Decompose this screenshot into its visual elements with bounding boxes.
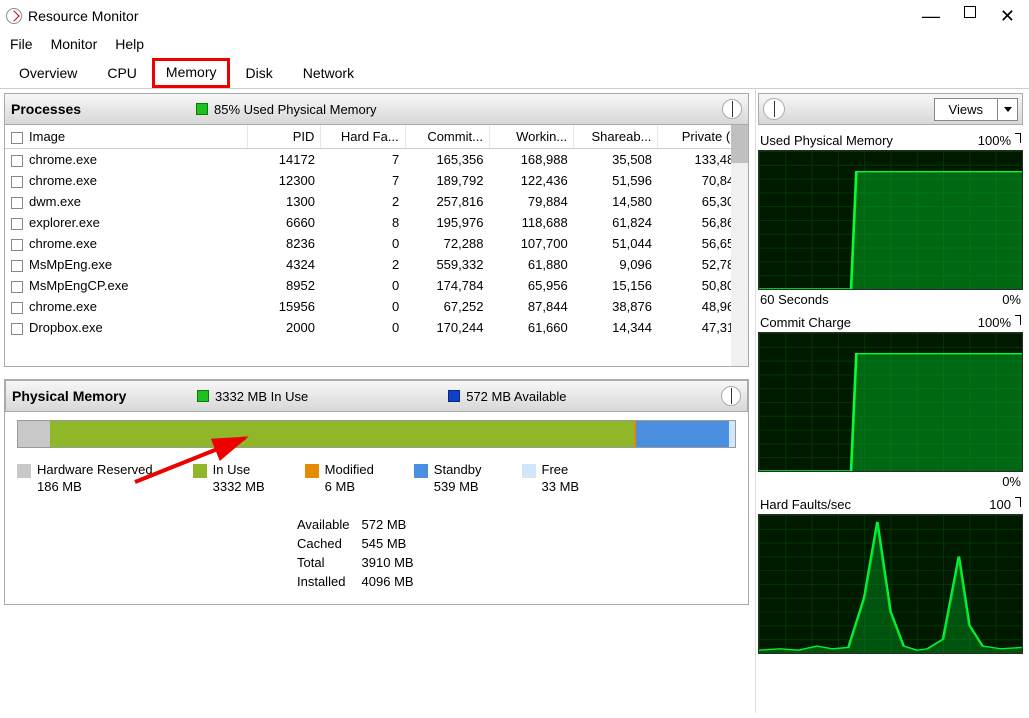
available-swatch — [448, 390, 460, 402]
table-row[interactable]: chrome.exe8236072,288107,70051,04456,656 — [5, 233, 748, 254]
menu-help[interactable]: Help — [115, 36, 144, 52]
col-hardfaults[interactable]: Hard Fa... — [321, 125, 405, 149]
table-row[interactable]: MsMpEngCP.exe89520174,78465,95615,15650,… — [5, 275, 748, 296]
chart-commit-min: 0% — [1002, 474, 1021, 489]
chart-commit-max: 100% — [978, 315, 1011, 330]
bar-standby — [636, 421, 729, 447]
bar-free — [729, 421, 735, 447]
chart-commit-charge: Commit Charge 100% 0% — [758, 315, 1023, 489]
menu-monitor[interactable]: Monitor — [51, 36, 98, 52]
table-row[interactable]: chrome.exe123007189,792122,43651,59670,8… — [5, 170, 748, 191]
chart-used-title: Used Physical Memory — [760, 133, 893, 148]
menu-file[interactable]: File — [10, 36, 33, 52]
table-row[interactable]: dwm.exe13002257,81679,88414,58065,304 — [5, 191, 748, 212]
table-row[interactable]: explorer.exe66608195,976118,68861,82456,… — [5, 212, 748, 233]
processes-title: Processes — [11, 101, 196, 117]
tabbar: Overview CPU Memory Disk Network — [0, 58, 1029, 89]
chart-used-xlabel: 60 Seconds — [760, 292, 829, 307]
chart-used-min: 0% — [1002, 292, 1021, 307]
close-button[interactable]: ✕ — [1000, 6, 1015, 27]
collapse-physmem-button[interactable] — [721, 386, 741, 406]
memory-bar — [17, 420, 736, 448]
expand-charts-button[interactable] — [763, 98, 785, 120]
views-dropdown-button[interactable] — [998, 98, 1018, 121]
maximize-button[interactable] — [964, 6, 976, 18]
window-title: Resource Monitor — [28, 8, 922, 24]
chart-used-physical-memory: Used Physical Memory 100% 60 Seconds 0% — [758, 133, 1023, 307]
table-row[interactable]: chrome.exe141727165,356168,98835,508133,… — [5, 149, 748, 171]
tab-disk[interactable]: Disk — [230, 58, 287, 88]
inuse-swatch — [197, 390, 209, 402]
col-pid[interactable]: PID — [247, 125, 321, 149]
process-table: Image PID Hard Fa... Commit... Workin...… — [4, 125, 749, 367]
memory-legend: Hardware Reserved186 MB In Use3332 MB Mo… — [17, 462, 736, 496]
processes-header[interactable]: Processes 85% Used Physical Memory — [4, 93, 749, 125]
tab-cpu[interactable]: CPU — [92, 58, 152, 88]
col-working[interactable]: Workin... — [489, 125, 573, 149]
available-badge: 572 MB Available — [466, 389, 566, 404]
bar-in-use — [50, 421, 634, 447]
memory-usage-swatch — [196, 103, 208, 115]
chart-faults-max: 100 — [989, 497, 1011, 512]
views-button[interactable]: Views — [934, 98, 998, 121]
collapse-processes-button[interactable] — [722, 99, 742, 119]
inuse-badge: 3332 MB In Use — [215, 389, 308, 404]
chart-used-max: 100% — [978, 133, 1011, 148]
minimize-button[interactable]: — — [922, 6, 940, 27]
col-commit[interactable]: Commit... — [405, 125, 489, 149]
tab-network[interactable]: Network — [288, 58, 369, 88]
physical-memory-header[interactable]: Physical Memory 3332 MB In Use 572 MB Av… — [5, 380, 748, 412]
chart-faults-title: Hard Faults/sec — [760, 497, 851, 512]
tab-overview[interactable]: Overview — [4, 58, 92, 88]
process-scrollbar[interactable] — [731, 125, 748, 366]
table-row[interactable]: Dropbox.exe20000170,24461,66014,34447,31… — [5, 317, 748, 338]
memory-stats: Available572 MB Cached545 MB Total3910 M… — [295, 514, 736, 592]
chart-commit-title: Commit Charge — [760, 315, 851, 330]
processes-status: 85% Used Physical Memory — [214, 102, 377, 117]
chart-hard-faults: Hard Faults/sec 100 — [758, 497, 1023, 654]
table-row[interactable]: MsMpEng.exe43242559,33261,8809,09652,784 — [5, 254, 748, 275]
bar-hardware-reserved — [18, 421, 50, 447]
table-row[interactable]: chrome.exe15956067,25287,84438,87648,968 — [5, 296, 748, 317]
titlebar: Resource Monitor — ✕ — [0, 0, 1029, 32]
col-image[interactable]: Image — [5, 125, 247, 149]
app-icon — [6, 8, 22, 24]
charts-header: Views — [758, 93, 1023, 125]
physical-memory-title: Physical Memory — [12, 388, 197, 404]
col-shareable[interactable]: Shareab... — [574, 125, 658, 149]
tab-memory[interactable]: Memory — [152, 58, 231, 88]
menubar: File Monitor Help — [0, 32, 1029, 58]
